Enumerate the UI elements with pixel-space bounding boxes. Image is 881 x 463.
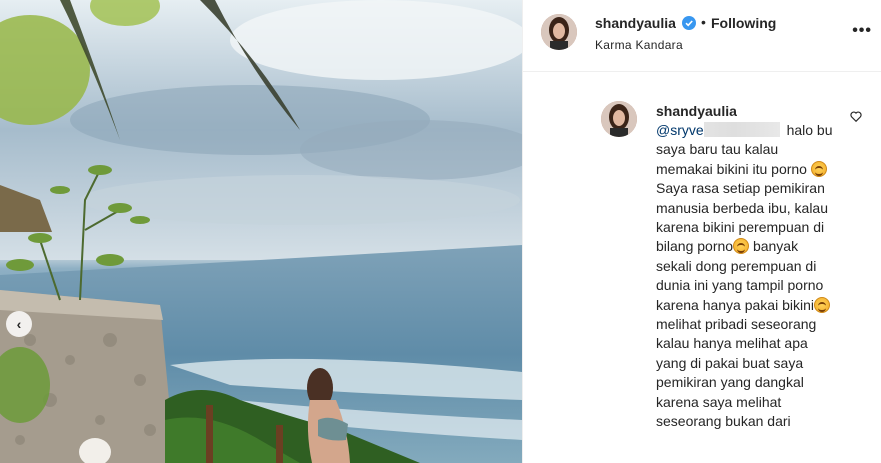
mention-link[interactable]: @sryve <box>656 122 704 138</box>
comment-username[interactable]: shandyaulia <box>656 103 737 119</box>
post-header: shandyaulia • Following Karma Kandara ••… <box>523 0 881 72</box>
comment-avatar[interactable] <box>601 101 637 137</box>
following-button[interactable]: Following <box>711 15 776 31</box>
redacted-name <box>703 122 780 137</box>
comment-line-4: melihat pribadi seseorang kalau hanya me… <box>656 316 817 430</box>
smiling-face-emoji <box>733 238 750 255</box>
separator-dot: • <box>701 14 706 30</box>
smiling-face-emoji <box>814 296 830 313</box>
more-horizontal-icon[interactable]: ••• <box>852 22 872 40</box>
location-link[interactable]: Karma Kandara <box>595 38 683 52</box>
username-link[interactable]: shandyaulia <box>595 15 676 31</box>
avatar-image <box>601 101 637 137</box>
carousel-prev-button[interactable]: ‹ <box>6 311 32 337</box>
avatar[interactable] <box>541 14 577 50</box>
avatar-image <box>541 14 577 50</box>
chevron-left-icon: ‹ <box>16 316 22 332</box>
smiling-face-emoji <box>810 160 827 177</box>
comments-list[interactable]: shandyaulia @sryve halo bu saya baru tau… <box>523 73 881 463</box>
post-photo[interactable]: ‹ <box>0 0 522 463</box>
photo-illustration <box>0 0 522 463</box>
comment-text: @sryve halo bu saya baru tau kalau memak… <box>656 121 836 432</box>
heart-icon[interactable] <box>849 109 863 123</box>
post-side-panel: shandyaulia • Following Karma Kandara ••… <box>522 0 881 463</box>
verified-badge-icon <box>682 16 696 30</box>
